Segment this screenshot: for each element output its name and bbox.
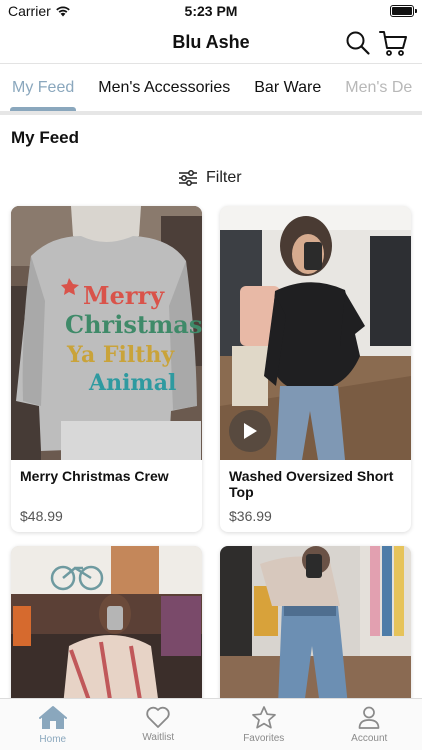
tab-label: Bar Ware [254,79,322,96]
nav-label: Waitlist [142,732,175,743]
tab-label: Men's Accessories [98,79,231,96]
sweatshirt-print-line: Animal [88,370,176,396]
sweatshirt-print-line: Ya Filthy [66,342,175,368]
home-icon [38,706,67,729]
tab-my-feed[interactable]: My Feed [0,64,86,112]
nav-favorites[interactable]: Favorites [211,699,317,750]
product-card[interactable]: Washed Oversized Short Top $36.99 [220,206,411,532]
heart-icon [146,706,170,728]
sweatshirt-print-line: Christmas [65,310,202,339]
nav-account[interactable]: Account [317,699,422,750]
nav-label: Favorites [243,733,285,744]
tab-label: Men's De [345,79,413,96]
tab-label: My Feed [12,79,75,96]
status-bar: Carrier 5:23 PM [0,0,422,22]
product-image[interactable] [11,546,202,706]
search-icon [346,31,370,55]
product-image[interactable] [220,206,411,460]
product-image[interactable] [220,546,411,706]
nav-bar: Blu Ashe [0,22,422,64]
product-card[interactable] [220,546,411,706]
search-button[interactable] [345,30,371,56]
product-name[interactable]: Washed Oversized Short Top [229,468,403,500]
filter-label: Filter [206,169,242,186]
nav-label: Account [351,733,388,744]
product-name[interactable]: Merry Christmas Crew [20,468,194,484]
product-price: $48.99 [20,508,63,524]
nav-waitlist[interactable]: Waitlist [106,699,212,750]
person-icon [358,706,380,729]
section-title: My Feed [11,128,80,147]
star-icon [251,706,276,729]
battery-icon [390,5,417,17]
nav-label: Home [39,734,67,745]
cart-button[interactable] [378,29,408,57]
tab-mens-de[interactable]: Men's De [333,64,422,112]
cart-icon [379,31,407,56]
category-tabs: My Feed Men's Accessories Bar Ware Men's… [0,64,422,112]
sweatshirt-print-line: Merry [83,281,165,310]
filter-button[interactable]: Filter [178,166,242,190]
product-image[interactable]: Merry Christmas Ya Filthy Animal [11,206,202,460]
tab-divider [0,111,422,115]
play-icon [244,423,257,439]
bottom-nav: Home Waitlist Favorites Account [0,698,422,750]
sliders-icon [179,170,197,186]
nav-home[interactable]: Home [0,699,106,750]
product-card[interactable]: Merry Christmas Ya Filthy Animal Merry C… [11,206,202,532]
clock: 5:23 PM [184,3,238,19]
tab-bar-ware[interactable]: Bar Ware [242,64,333,112]
tab-mens-accessories[interactable]: Men's Accessories [86,64,242,112]
play-video-button[interactable] [229,410,271,452]
product-price: $36.99 [229,508,272,524]
product-card[interactable] [11,546,202,706]
